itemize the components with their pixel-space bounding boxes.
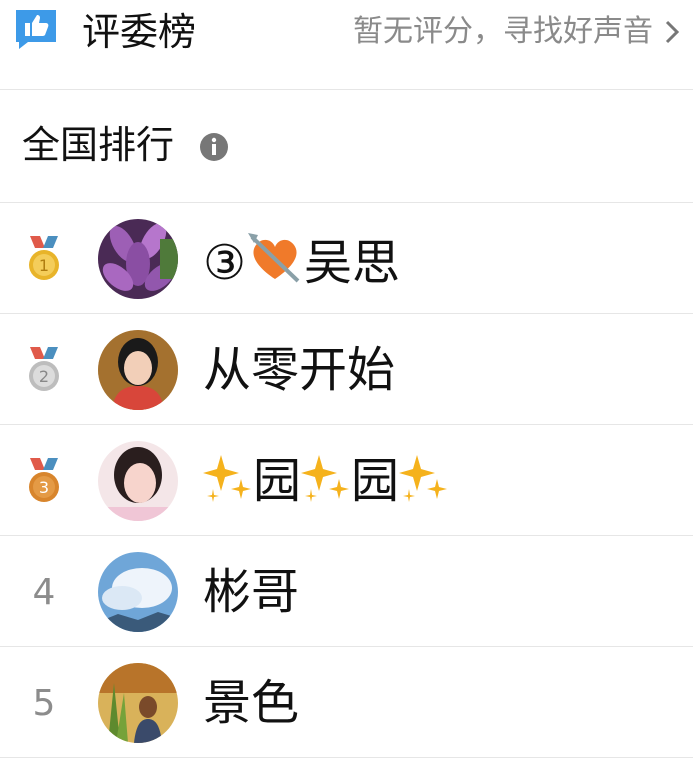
avatar[interactable] — [98, 663, 178, 743]
info-icon[interactable] — [199, 132, 229, 162]
national-ranking-section: 全国排行 — [0, 91, 693, 203]
rank-number: 5 — [32, 683, 56, 724]
name-part: 园 — [351, 453, 400, 509]
avatar[interactable] — [98, 552, 178, 632]
section-title: 全国排行 — [22, 123, 175, 167]
user-name[interactable]: 从零开始 — [203, 340, 395, 400]
sparkles-icon — [399, 455, 448, 502]
avatar[interactable] — [98, 441, 178, 521]
user-name[interactable]: ③ 吴思 — [203, 229, 400, 293]
no-score-text: 暂无评分，寻找好声音 — [353, 14, 653, 49]
medal-rank-label: 2 — [39, 367, 49, 386]
name-text: 吴思 — [304, 235, 401, 291]
page-title: 评委榜 — [82, 10, 197, 54]
name-prefix: ③ — [203, 235, 247, 291]
avatar[interactable] — [98, 219, 178, 299]
thumbs-up-icon — [16, 10, 56, 49]
ranking-row-5[interactable]: 5 景色 — [0, 647, 693, 758]
judges-ranking-header[interactable]: 评委榜 暂无评分，寻找好声音 — [0, 0, 693, 90]
chevron-right-icon — [665, 20, 680, 44]
ranking-row-1[interactable]: 1 ③ 吴思 — [0, 203, 693, 314]
sparkles-icon — [203, 455, 251, 502]
ranking-row-4[interactable]: 4 彬哥 — [0, 536, 693, 647]
medal-rank-label: 3 — [39, 478, 49, 497]
user-name[interactable]: 景色 — [203, 673, 299, 733]
avatar[interactable] — [98, 330, 178, 410]
gold-medal-icon: 1 — [29, 236, 59, 280]
heart-with-arrow-icon — [248, 233, 300, 283]
medal-rank-label: 1 — [39, 256, 49, 275]
user-name[interactable]: 彬哥 — [203, 562, 299, 622]
name-part: 园 — [253, 453, 302, 509]
find-good-voice-link[interactable]: 暂无评分，寻找好声音 — [353, 8, 683, 56]
ranking-row-2[interactable]: 2 从零开始 — [0, 314, 693, 425]
silver-medal-icon: 2 — [29, 347, 59, 391]
bronze-medal-icon: 3 — [29, 458, 59, 502]
ranking-row-3[interactable]: 3 园 园 — [0, 425, 693, 536]
sparkles-icon — [301, 455, 350, 502]
user-name[interactable]: 园 园 — [203, 451, 449, 511]
rank-number: 4 — [32, 572, 56, 613]
